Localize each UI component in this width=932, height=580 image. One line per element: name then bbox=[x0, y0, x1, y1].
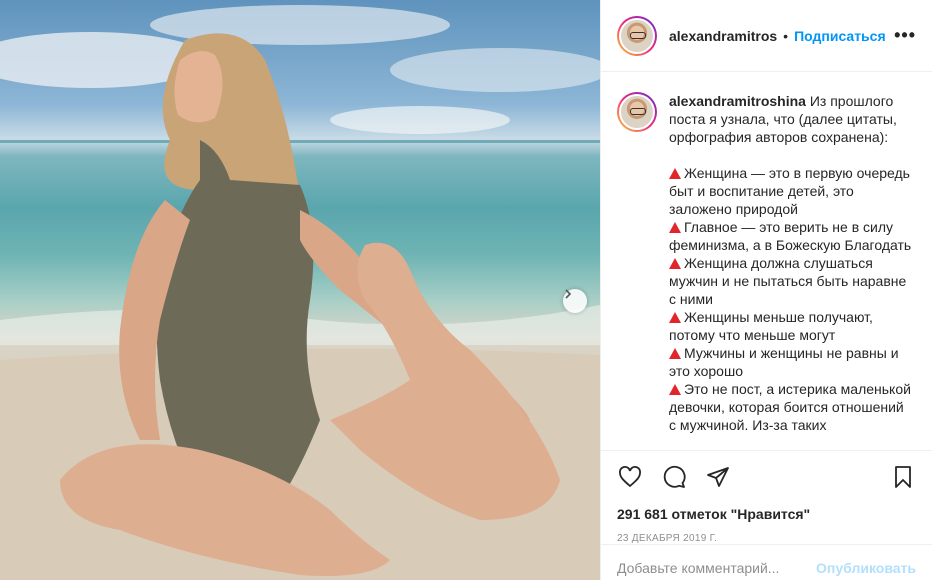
header-separator: • bbox=[783, 27, 789, 44]
comment-input[interactable] bbox=[617, 560, 817, 576]
caption-bullet-text: Женщина должна слушаться мужчин и не пыт… bbox=[669, 255, 907, 307]
author-avatar[interactable] bbox=[617, 15, 657, 56]
share-button[interactable] bbox=[705, 464, 731, 490]
caption-section: alexandramitroshina Из прошлого поста я … bbox=[601, 72, 932, 451]
instagram-post: alexandramitros • Подписаться ••• alexan… bbox=[0, 0, 932, 580]
caption-bullet: Женщина — это в первую очередь быт и вос… bbox=[669, 164, 913, 218]
caption-bullet-text: Женщины меньше получают, потому что мень… bbox=[669, 309, 873, 343]
follow-button[interactable]: Подписаться bbox=[794, 28, 886, 44]
caption-bullet: Женщины меньше получают, потому что мень… bbox=[669, 308, 913, 344]
caption-text: alexandramitroshina Из прошлого поста я … bbox=[669, 92, 913, 450]
post-side-panel: alexandramitros • Подписаться ••• alexan… bbox=[600, 0, 932, 580]
author-username[interactable]: alexandramitros bbox=[669, 28, 777, 44]
comment-button[interactable] bbox=[661, 464, 687, 490]
caption-username[interactable]: alexandramitroshina bbox=[669, 93, 806, 109]
post-date[interactable]: 23 ДЕКАБРЯ 2019 Г. bbox=[601, 533, 932, 544]
photo-illustration bbox=[0, 5, 600, 580]
red-triangle-icon bbox=[669, 168, 681, 179]
caption-bullet-text: Главное — это верить не в силу феминизма… bbox=[669, 219, 912, 253]
chevron-right-icon bbox=[565, 289, 572, 299]
red-triangle-icon bbox=[669, 348, 681, 359]
next-photo-button[interactable] bbox=[563, 289, 587, 313]
likes-count[interactable]: 291 681 отметок "Нравится" bbox=[601, 503, 932, 525]
caption-bullet: Женщина должна слушаться мужчин и не пыт… bbox=[669, 254, 913, 308]
comment-icon bbox=[663, 465, 686, 488]
paper-plane-icon bbox=[707, 467, 729, 487]
caption-bullet: Это не пост, а истерика маленькой девочк… bbox=[669, 380, 913, 434]
post-header: alexandramitros • Подписаться ••• bbox=[601, 0, 932, 72]
red-triangle-icon bbox=[669, 258, 681, 269]
bookmark-icon bbox=[895, 466, 911, 488]
caption-avatar[interactable] bbox=[617, 92, 657, 132]
red-triangle-icon bbox=[669, 312, 681, 323]
save-button[interactable] bbox=[890, 464, 916, 490]
heart-icon bbox=[619, 466, 641, 488]
like-button[interactable] bbox=[617, 464, 643, 490]
caption-bullet-text: Это не пост, а истерика маленькой девочк… bbox=[669, 381, 911, 433]
red-triangle-icon bbox=[669, 222, 681, 233]
caption-bullet: Мужчины и женщины не равны и это хорошо bbox=[669, 344, 913, 380]
red-triangle-icon bbox=[669, 384, 681, 395]
caption-bullet: Главное — это верить не в силу феминизма… bbox=[669, 218, 913, 254]
more-options-button[interactable]: ••• bbox=[894, 25, 916, 46]
caption-bullet-text: Мужчины и женщины не равны и это хорошо bbox=[669, 345, 899, 379]
comment-form: Опубликовать bbox=[601, 544, 932, 580]
post-photo[interactable] bbox=[0, 0, 600, 580]
caption-bullet-text: Женщина — это в первую очередь быт и вос… bbox=[669, 165, 910, 217]
publish-button[interactable]: Опубликовать bbox=[816, 560, 916, 576]
action-bar bbox=[601, 451, 932, 503]
